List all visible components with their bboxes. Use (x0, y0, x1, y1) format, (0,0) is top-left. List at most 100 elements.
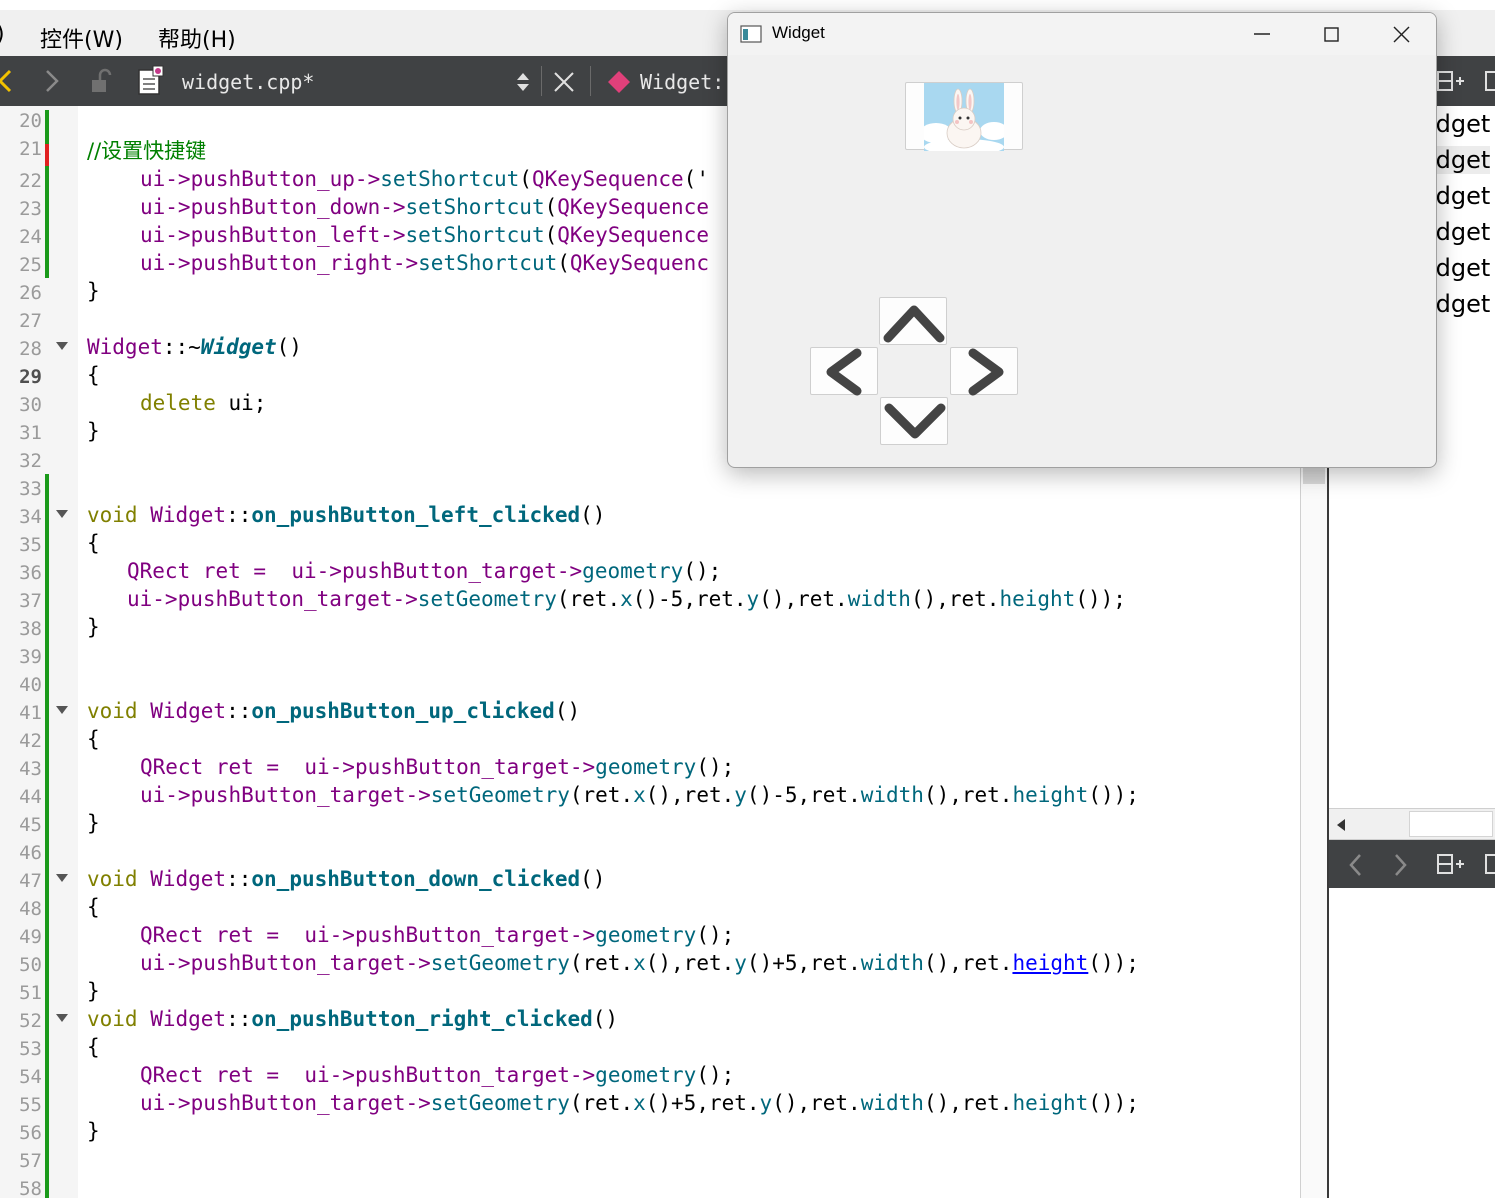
split-editor-icon[interactable] (1436, 69, 1466, 95)
line-number: 58 (19, 1178, 42, 1198)
back-arrow-icon[interactable] (1347, 852, 1365, 878)
line-number: 54 (19, 1066, 42, 1088)
change-marker (45, 166, 49, 278)
outline-item[interactable]: idget (1429, 218, 1490, 246)
fold-toggle-icon[interactable] (56, 342, 68, 350)
symbol-diamond-icon (608, 71, 630, 93)
line-number: 38 (19, 618, 42, 640)
code-line: delete ui; (140, 391, 267, 415)
code-line: QRect ret = ui->pushButton_target->geome… (140, 755, 735, 779)
up-button[interactable] (879, 297, 947, 345)
lock-icon[interactable] (88, 68, 116, 96)
line-number: 53 (19, 1038, 42, 1060)
fold-toggle-icon[interactable] (56, 874, 68, 882)
window-titlebar[interactable]: Widget (728, 13, 1436, 55)
toolbar-separator (590, 66, 591, 96)
scrollbar-thumb[interactable] (1303, 466, 1325, 484)
secondary-toolbar (1329, 840, 1495, 888)
code-line: ui->pushButton_target->setGeometry(ret.x… (140, 1091, 1139, 1115)
left-button[interactable] (810, 347, 878, 396)
line-number: 42 (19, 730, 42, 752)
maximize-icon (1324, 27, 1339, 42)
line-number: 48 (19, 898, 42, 920)
line-number: 51 (19, 982, 42, 1004)
scrollbar-thumb[interactable] (1409, 811, 1493, 837)
code-line: } (87, 419, 100, 443)
editor-vertical-scrollbar[interactable] (1300, 466, 1328, 1198)
line-number: 28 (19, 338, 42, 360)
code-line: { (87, 895, 100, 919)
outline-horizontal-scrollbar[interactable] (1329, 808, 1495, 840)
line-number: 50 (19, 954, 42, 976)
panel-icon[interactable] (1484, 852, 1495, 878)
down-button[interactable] (880, 397, 948, 445)
code-line: { (87, 1035, 100, 1059)
code-line: ui->pushButton_down->setShortcut(QKeySeq… (140, 195, 709, 219)
open-file-name[interactable]: widget.cpp* (182, 70, 314, 94)
change-marker (45, 474, 49, 1198)
line-number: 40 (19, 674, 42, 696)
code-line: { (87, 727, 100, 751)
rabbit-image (924, 83, 1004, 151)
code-line: { (87, 531, 100, 555)
split-editor-icon[interactable] (1436, 852, 1466, 878)
code-line: void Widget::on_pushButton_left_clicked(… (87, 503, 606, 527)
code-line: void Widget::on_pushButton_down_clicked(… (87, 867, 606, 891)
line-number: 56 (19, 1122, 42, 1144)
line-number: 47 (19, 870, 42, 892)
outline-item[interactable]: idget (1429, 110, 1490, 138)
close-window-button[interactable] (1366, 13, 1434, 55)
outline-item[interactable]: idget (1429, 146, 1491, 174)
code-line: ui->pushButton_left->setShortcut(QKeySeq… (140, 223, 709, 247)
symbol-selector[interactable]: Widget: (640, 70, 724, 94)
outline-item[interactable]: idget (1429, 290, 1490, 318)
app-window-icon (740, 25, 762, 43)
line-number: 55 (19, 1094, 42, 1116)
close-icon (1393, 26, 1410, 43)
code-line: QRect ret = ui->pushButton_target->geome… (140, 923, 735, 947)
line-number: 39 (19, 646, 42, 668)
code-line: Widget::~Widget() (87, 335, 302, 359)
close-file-icon[interactable] (552, 70, 576, 94)
line-number: 32 (19, 450, 42, 472)
line-number: 31 (19, 422, 42, 444)
fold-toggle-icon[interactable] (56, 510, 68, 518)
line-number: 20 (19, 110, 42, 132)
menu-item-controls[interactable]: 控件(W) (40, 22, 123, 54)
chevron-left-icon (826, 348, 862, 396)
fold-toggle-icon[interactable] (56, 1014, 68, 1022)
target-button[interactable] (905, 82, 1023, 151)
outline-item[interactable]: idget (1429, 182, 1490, 210)
line-number: 45 (19, 814, 42, 836)
panel-icon[interactable] (1484, 69, 1495, 95)
window-title: Widget (772, 23, 825, 42)
chevron-up-icon (883, 305, 945, 343)
forward-arrow-icon[interactable] (1391, 852, 1409, 878)
file-list-dropdown-icon[interactable] (514, 70, 532, 94)
widget-window: Widget (727, 12, 1437, 468)
chevron-right-icon (968, 348, 1004, 396)
line-number: 52 (19, 1010, 42, 1032)
scroll-left-arrow-icon[interactable] (1335, 817, 1347, 833)
code-line: ui->pushButton_right->setShortcut(QKeySe… (140, 251, 709, 275)
outline-list: idget idget idget idget idget idget (1427, 106, 1495, 318)
fold-toggle-icon[interactable] (56, 706, 68, 714)
line-number: 49 (19, 926, 42, 948)
code-line: //设置快捷键 (87, 139, 207, 163)
line-number: 24 (19, 226, 42, 248)
code-line: { (87, 363, 100, 387)
toolbar-separator (541, 66, 542, 96)
right-button[interactable] (950, 347, 1018, 396)
forward-arrow-icon[interactable] (42, 68, 62, 94)
outline-item[interactable]: idget (1429, 254, 1490, 282)
code-line: ui->pushButton_target->setGeometry(ret.x… (127, 587, 1126, 611)
back-arrow-icon[interactable] (0, 68, 16, 94)
line-number: 33 (19, 478, 42, 500)
chevron-down-icon (884, 403, 946, 439)
minimize-button[interactable] (1228, 13, 1296, 55)
line-number: 44 (19, 786, 42, 808)
menu-item-help[interactable]: 帮助(H) (158, 22, 236, 54)
maximize-button[interactable] (1297, 13, 1365, 55)
menu-item-partial[interactable]: ) (0, 22, 5, 47)
line-number: 57 (19, 1150, 42, 1172)
